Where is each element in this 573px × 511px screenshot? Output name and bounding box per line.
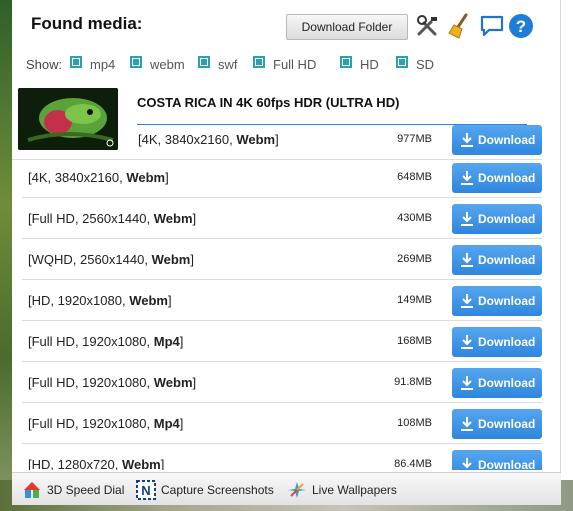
download-button[interactable]: Download	[452, 245, 542, 275]
file-size: 108MB	[397, 417, 432, 429]
filter-label: mp4	[90, 57, 116, 72]
row-divider	[22, 402, 542, 403]
filter-label: swf	[218, 57, 238, 72]
speed-dial-label: 3D Speed Dial	[47, 483, 125, 497]
list-item: [Full HD, 1920x1080, Mp4] 168MB Download	[22, 322, 542, 362]
format-label: [Full HD, 1920x1080, Mp4]	[28, 416, 184, 431]
download-icon	[461, 417, 473, 431]
list-item: [HD, 1920x1080, Webm] 149MB Download	[22, 281, 542, 321]
capture-label: Capture Screenshots	[161, 483, 274, 497]
row-divider	[22, 238, 542, 239]
download-label: Download	[478, 376, 536, 390]
row-divider	[22, 320, 542, 321]
row-divider	[22, 197, 542, 198]
format-label: [4K, 3840x2160, Webm]	[28, 170, 169, 185]
show-label: Show:	[26, 57, 63, 72]
format-label: [Full HD, 1920x1080, Mp4]	[28, 334, 184, 349]
download-label: Download	[478, 417, 536, 431]
broom-icon[interactable]	[448, 13, 474, 39]
checkbox[interactable]	[340, 56, 352, 68]
download-icon	[461, 335, 473, 349]
capture-icon: N	[136, 480, 156, 500]
download-icon	[461, 171, 473, 185]
wallpaper-label: Live Wallpapers	[312, 483, 397, 497]
file-size: 430MB	[397, 212, 432, 224]
progress-line	[137, 124, 527, 125]
found-media-panel: Found media: Download Folder ? Show: mp4…	[12, 0, 560, 470]
speed-dial-icon	[24, 482, 40, 498]
help-icon[interactable]: ?	[508, 13, 534, 39]
list-item: [Full HD, 1920x1080, Mp4] 108MB Download	[22, 404, 542, 444]
download-icon	[461, 212, 473, 226]
list-item: [Full HD, 2560x1440, Webm] 430MB Downloa…	[22, 199, 542, 239]
filter-label: Full HD	[273, 57, 317, 72]
file-size: 648MB	[397, 171, 432, 183]
checkbox[interactable]	[253, 56, 265, 68]
bottom-toolbar: 3D Speed Dial N Capture Screenshots Live…	[12, 472, 561, 505]
format-label: [4K, 3840x2160, Webm]	[138, 132, 279, 147]
format-label: [Full HD, 1920x1080, Webm]	[28, 375, 197, 390]
format-label: [WQHD, 2560x1440, Webm]	[28, 252, 194, 267]
list-item: [WQHD, 2560x1440, Webm] 269MB Download	[22, 240, 542, 280]
download-button[interactable]: Download	[452, 286, 542, 316]
panel-title: Found media:	[31, 14, 143, 33]
download-label: Download	[478, 171, 536, 185]
svg-text:?: ?	[516, 17, 526, 36]
file-size: 977MB	[397, 133, 432, 145]
download-icon	[461, 253, 473, 267]
file-size: 168MB	[397, 335, 432, 347]
download-folder-button[interactable]: Download Folder	[286, 14, 408, 40]
video-thumbnail	[18, 88, 118, 150]
background-left	[0, 0, 12, 511]
list-item: [HD, 1280x720, Webm] 86.4MB Download	[22, 445, 542, 470]
wallpaper-icon	[288, 482, 306, 498]
checkbox[interactable]	[70, 56, 82, 68]
filter-label: webm	[150, 57, 185, 72]
svg-text:N: N	[141, 483, 150, 498]
video-title: COSTA RICA IN 4K 60fps HDR (ULTRA HD)	[137, 95, 400, 110]
format-label: [Full HD, 2560x1440, Webm]	[28, 211, 197, 226]
download-icon	[461, 294, 473, 308]
chat-icon[interactable]	[479, 13, 505, 39]
file-size: 86.4MB	[394, 458, 432, 470]
format-label: [HD, 1280x720, Webm]	[28, 457, 165, 470]
format-label: [HD, 1920x1080, Webm]	[28, 293, 172, 308]
download-icon	[461, 376, 473, 390]
list-item: [4K, 3840x2160, Webm] 648MB Download	[22, 158, 542, 198]
download-label: Download	[478, 458, 536, 470]
row-divider	[22, 279, 542, 280]
download-button[interactable]: Download	[452, 450, 542, 470]
download-label: Download	[478, 212, 536, 226]
download-button[interactable]: Download	[452, 368, 542, 398]
checkbox[interactable]	[396, 56, 408, 68]
download-button[interactable]: Download	[452, 204, 542, 234]
list-item: [4K, 3840x2160, Webm] 977MB Download	[12, 120, 542, 160]
download-button[interactable]: Download	[452, 409, 542, 439]
download-label: Download	[478, 294, 536, 308]
download-icon	[462, 458, 472, 469]
download-button[interactable]: Download	[452, 163, 542, 193]
download-label: Download	[478, 133, 536, 147]
row-divider	[22, 443, 542, 444]
download-icon	[461, 133, 473, 147]
download-button[interactable]: Download	[452, 125, 542, 155]
download-label: Download	[478, 335, 536, 349]
tools-icon[interactable]	[415, 13, 441, 39]
file-size: 149MB	[397, 294, 432, 306]
download-label: Download	[478, 253, 536, 267]
row-divider	[22, 361, 542, 362]
download-button[interactable]: Download	[452, 327, 542, 357]
filter-label: HD	[360, 57, 379, 72]
filter-label: SD	[416, 57, 435, 72]
checkbox[interactable]	[198, 56, 210, 68]
background-right	[560, 0, 573, 511]
list-item: [Full HD, 1920x1080, Webm] 91.8MB Downlo…	[22, 363, 542, 403]
file-size: 91.8MB	[394, 376, 432, 388]
checkbox[interactable]	[130, 56, 142, 68]
file-size: 269MB	[397, 253, 432, 265]
